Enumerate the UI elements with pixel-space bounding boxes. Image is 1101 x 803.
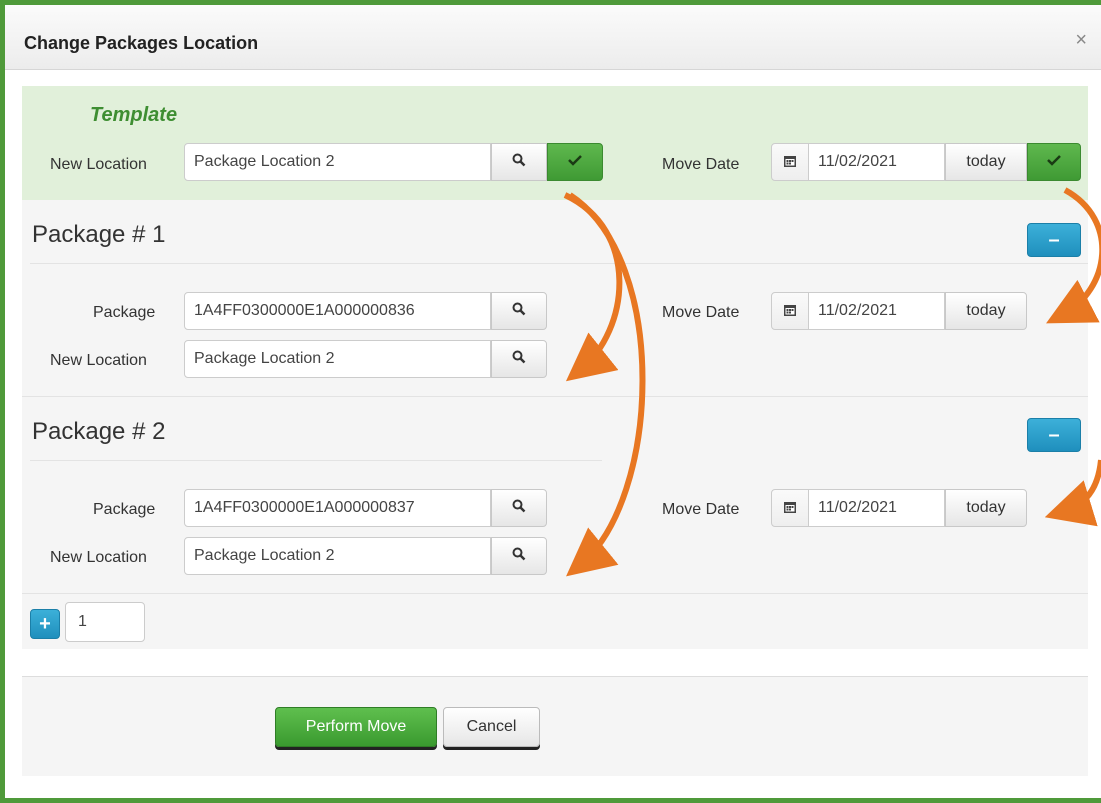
calendar-icon (784, 500, 796, 516)
package-1-package-input[interactable]: 1A4FF0300000E1A000000836 (184, 292, 491, 330)
remove-package-1-button[interactable]: – (1027, 223, 1081, 257)
package-2-move-date-label: Move Date (662, 501, 740, 518)
remove-package-2-button[interactable]: – (1027, 418, 1081, 452)
dialog-title: Change Packages Location (24, 33, 259, 53)
search-icon (512, 350, 526, 369)
package-2-new-location-input[interactable]: Package Location 2 (184, 537, 491, 575)
add-count-input[interactable]: 1 (65, 602, 145, 642)
calendar-icon (784, 154, 796, 170)
divider (30, 263, 1088, 264)
template-date-apply-button[interactable] (1027, 143, 1081, 181)
package-1-today-button[interactable]: today (945, 292, 1027, 330)
cancel-button[interactable]: Cancel (443, 707, 540, 747)
dialog-footer: Perform Move Cancel (22, 676, 1088, 776)
divider (22, 396, 1088, 397)
package-1-package-search-button[interactable] (491, 292, 547, 330)
add-package-button[interactable]: + (30, 609, 60, 639)
check-icon (568, 153, 582, 171)
minus-icon: – (1048, 228, 1060, 251)
search-icon (512, 153, 526, 172)
template-section: Template New Location Package Location 2… (22, 86, 1088, 200)
package-1-location-search-button[interactable] (491, 340, 547, 378)
template-today-button[interactable]: today (945, 143, 1027, 181)
template-new-location-input[interactable]: Package Location 2 (184, 143, 491, 181)
package-2-package-search-button[interactable] (491, 489, 547, 527)
package-1-move-date-input[interactable]: 11/02/2021 (809, 292, 945, 330)
package-2-move-date-input[interactable]: 11/02/2021 (809, 489, 945, 527)
template-move-date-input[interactable]: 11/02/2021 (809, 143, 945, 181)
template-title: Template (90, 104, 178, 126)
dialog-body: Template New Location Package Location 2… (22, 86, 1088, 649)
package-2-today-button[interactable]: today (945, 489, 1027, 527)
divider (30, 460, 602, 461)
template-move-date-label: Move Date (662, 156, 740, 173)
template-new-location-label: New Location (50, 156, 147, 173)
perform-move-button[interactable]: Perform Move (275, 707, 437, 747)
package-1-new-location-input[interactable]: Package Location 2 (184, 340, 491, 378)
package-1-calendar-button[interactable] (771, 292, 809, 330)
template-calendar-button[interactable] (771, 143, 809, 181)
search-icon (512, 547, 526, 566)
package-1-move-date-label: Move Date (662, 304, 740, 321)
package-2-location-search-button[interactable] (491, 537, 547, 575)
close-icon[interactable]: × (1075, 29, 1087, 52)
package-2-new-location-label: New Location (50, 549, 147, 566)
package-1-title: Package # 1 (32, 221, 166, 248)
plus-icon: + (39, 612, 51, 635)
calendar-icon (784, 303, 796, 319)
package-2-package-input[interactable]: 1A4FF0300000E1A000000837 (184, 489, 491, 527)
package-1-package-label: Package (93, 304, 156, 321)
package-2-title: Package # 2 (32, 418, 166, 445)
package-1-new-location-label: New Location (50, 352, 147, 369)
package-2-package-label: Package (93, 501, 156, 518)
dialog-header: Change Packages Location × (5, 5, 1101, 70)
search-icon (512, 499, 526, 518)
check-icon (1047, 153, 1061, 171)
template-location-search-button[interactable] (491, 143, 547, 181)
search-icon (512, 302, 526, 321)
minus-icon: – (1048, 423, 1060, 446)
divider (22, 593, 1088, 594)
template-location-apply-button[interactable] (547, 143, 603, 181)
package-2-calendar-button[interactable] (771, 489, 809, 527)
